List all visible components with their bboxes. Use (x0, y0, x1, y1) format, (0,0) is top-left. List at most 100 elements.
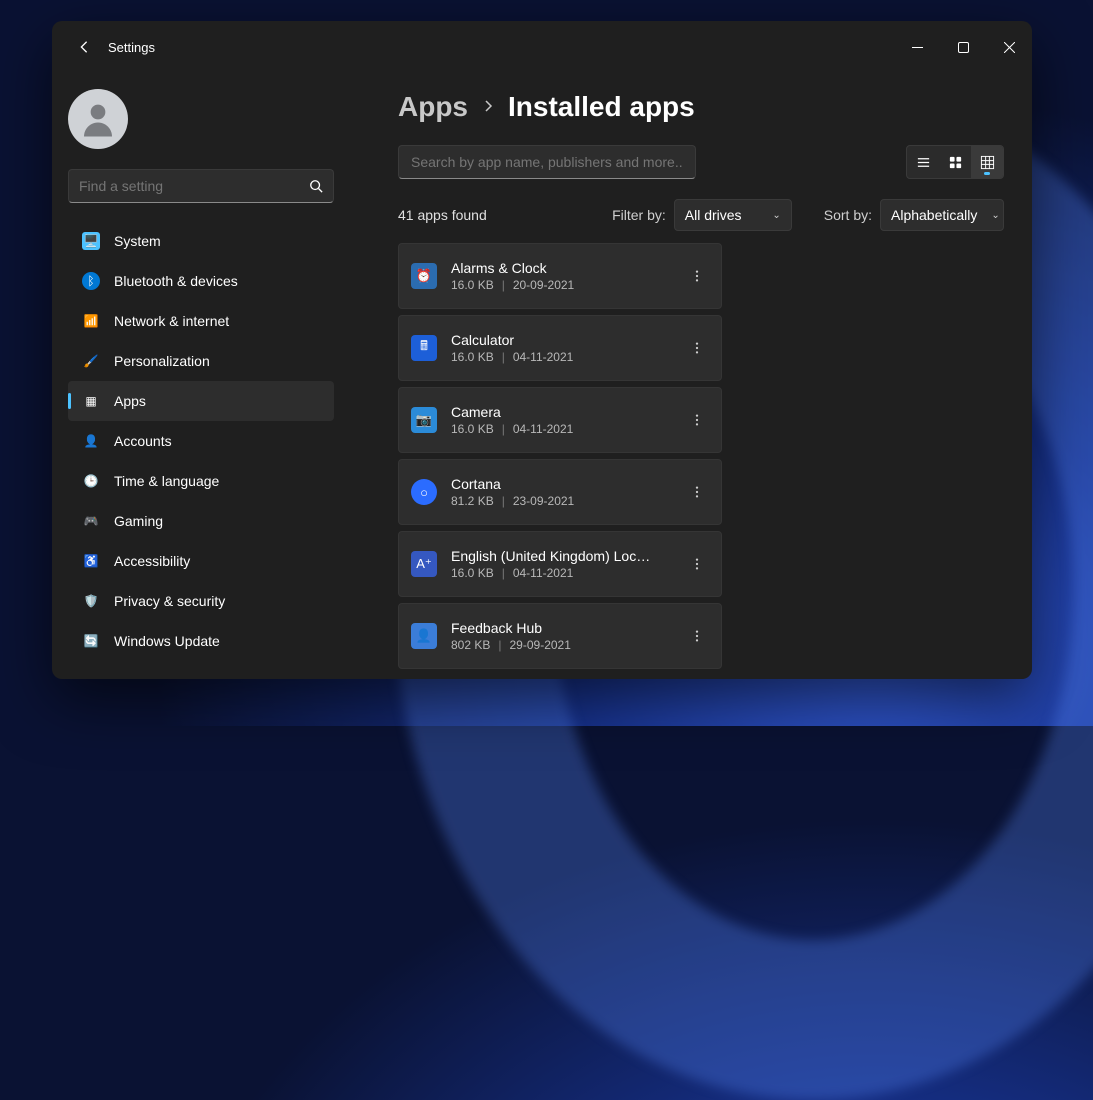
avatar[interactable] (68, 89, 128, 149)
app-details: 16.0 KB|04-11-2021 (451, 566, 681, 580)
find-setting-search[interactable] (68, 169, 334, 203)
window-controls (894, 28, 1032, 66)
sidebar-item-label: Network & internet (114, 313, 229, 329)
app-row[interactable]: 🖩Calculator16.0 KB|04-11-2021 (398, 315, 722, 381)
app-date: 04-11-2021 (513, 566, 574, 580)
sidebar-item-label: Time & language (114, 473, 219, 489)
breadcrumb: Apps Installed apps (398, 91, 1004, 123)
maximize-button[interactable] (940, 28, 986, 66)
minimize-button[interactable] (894, 28, 940, 66)
app-date: 04-11-2021 (513, 422, 574, 436)
app-size: 81.2 KB (451, 494, 494, 508)
app-name: Calculator (451, 332, 651, 348)
chevron-right-icon (482, 99, 494, 116)
app-icon: 🖩 (411, 335, 437, 361)
app-date: 29-09-2021 (510, 638, 571, 652)
view-tiles-button[interactable] (939, 146, 971, 178)
back-button[interactable] (68, 31, 100, 63)
sidebar-item-apps[interactable]: ▦Apps (68, 381, 334, 421)
gamepad-icon: 🎮 (82, 512, 100, 530)
sidebar-item-personalization[interactable]: 🖌️Personalization (68, 341, 334, 381)
accessibility-icon: ♿ (82, 552, 100, 570)
app-more-button[interactable] (681, 260, 713, 292)
sidebar-item-label: Privacy & security (114, 593, 225, 609)
app-row[interactable]: A⁺ English (United Kingdom) Loca... 16.0 K… (398, 531, 722, 597)
app-date: 20-09-2021 (513, 278, 574, 292)
chevron-down-icon: ⌄ (991, 210, 999, 221)
app-details: 802 KB|29-09-2021 (451, 638, 681, 652)
sidebar-item-label: Bluetooth & devices (114, 273, 238, 289)
sidebar-item-network-internet[interactable]: 📶Network & internet (68, 301, 334, 341)
nav-list: 🖥️ System ᛒ Bluetooth & devices 📶Network & i… (68, 221, 342, 661)
breadcrumb-parent[interactable]: Apps (398, 91, 468, 123)
sort-value: Alphabetically (891, 207, 977, 223)
sidebar-item-label: Accessibility (114, 553, 190, 569)
apps-list[interactable]: ⏰Alarms & Clock16.0 KB|20-09-2021🖩Calcul… (398, 243, 724, 669)
app-size: 16.0 KB (451, 566, 494, 580)
sidebar-item-accessibility[interactable]: ♿ Accessibility (68, 541, 334, 581)
close-button[interactable] (986, 28, 1032, 66)
view-grid-button[interactable] (971, 146, 1003, 178)
app-name: Cortana (451, 476, 651, 492)
view-segmented (906, 145, 1004, 179)
sidebar-item-privacy-security[interactable]: 🛡️ Privacy & security (68, 581, 334, 621)
monitor-icon: 🖥️ (82, 232, 100, 250)
window-title: Settings (108, 40, 155, 55)
person-icon: 👤 (82, 432, 100, 450)
sidebar-item-windows-update[interactable]: 🔄Windows Update (68, 621, 334, 661)
sidebar-item-label: System (114, 233, 161, 249)
app-more-button[interactable] (681, 620, 713, 652)
sidebar-item-time-language[interactable]: 🕒 Time & language (68, 461, 334, 501)
search-icon (309, 179, 323, 193)
app-icon: 👤 (411, 623, 437, 649)
app-row[interactable]: ○ Cortana 81.2 KB|23-09-2021 (398, 459, 722, 525)
search-apps[interactable] (398, 145, 696, 179)
sidebar-item-label: Apps (114, 393, 146, 409)
app-more-button[interactable] (681, 476, 713, 508)
update-icon: 🔄 (82, 632, 100, 650)
filter-dropdown[interactable]: All drives ⌄ (674, 199, 792, 231)
app-more-button[interactable] (681, 404, 713, 436)
app-size: 16.0 KB (451, 350, 494, 364)
app-row[interactable]: ⏰Alarms & Clock16.0 KB|20-09-2021 (398, 243, 722, 309)
app-name: English (United Kingdom) Loca... (451, 548, 651, 564)
apps-found-count: 41 apps found (398, 207, 487, 223)
main-pane: Apps Installed apps (350, 73, 1032, 679)
clock-icon: 🕒 (82, 472, 100, 490)
sort-dropdown[interactable]: Alphabetically ⌄ (880, 199, 1004, 231)
app-more-button[interactable] (681, 332, 713, 364)
breadcrumb-current: Installed apps (508, 91, 695, 123)
sidebar-item-label: Gaming (114, 513, 163, 529)
sidebar: 🖥️ System ᛒ Bluetooth & devices 📶Network & i… (52, 73, 350, 679)
app-row[interactable]: 👤 Feedback Hub 802 KB|29-09-2021 (398, 603, 722, 669)
filter-by-label: Filter by: (612, 207, 666, 223)
sidebar-item-system[interactable]: 🖥️ System (68, 221, 334, 261)
app-size: 16.0 KB (451, 278, 494, 292)
chevron-down-icon: ⌄ (772, 210, 780, 221)
app-size: 16.0 KB (451, 422, 494, 436)
filter-value: All drives (685, 207, 742, 223)
app-more-button[interactable] (681, 548, 713, 580)
app-icon: ○ (411, 479, 437, 505)
bluetooth-icon: ᛒ (82, 272, 100, 290)
view-list-button[interactable] (907, 146, 939, 178)
app-details: 81.2 KB|23-09-2021 (451, 494, 681, 508)
app-date: 23-09-2021 (513, 494, 574, 508)
sidebar-item-gaming[interactable]: 🎮 Gaming (68, 501, 334, 541)
find-setting-input[interactable] (79, 178, 309, 194)
app-size: 802 KB (451, 638, 490, 652)
app-icon: 📷 (411, 407, 437, 433)
app-icon: ⏰ (411, 263, 437, 289)
app-name: Feedback Hub (451, 620, 651, 636)
app-icon: A⁺ (411, 551, 437, 577)
sort-by-label: Sort by: (824, 207, 872, 223)
sidebar-item-bluetooth-devices[interactable]: ᛒ Bluetooth & devices (68, 261, 334, 301)
sidebar-item-label: Personalization (114, 353, 210, 369)
sidebar-item-accounts[interactable]: 👤 Accounts (68, 421, 334, 461)
app-row[interactable]: 📷Camera16.0 KB|04-11-2021 (398, 387, 722, 453)
sidebar-item-label: Accounts (114, 433, 172, 449)
app-name: Camera (451, 404, 651, 420)
search-apps-input[interactable] (411, 154, 683, 170)
app-name: Alarms & Clock (451, 260, 651, 276)
shield-icon: 🛡️ (82, 592, 100, 610)
